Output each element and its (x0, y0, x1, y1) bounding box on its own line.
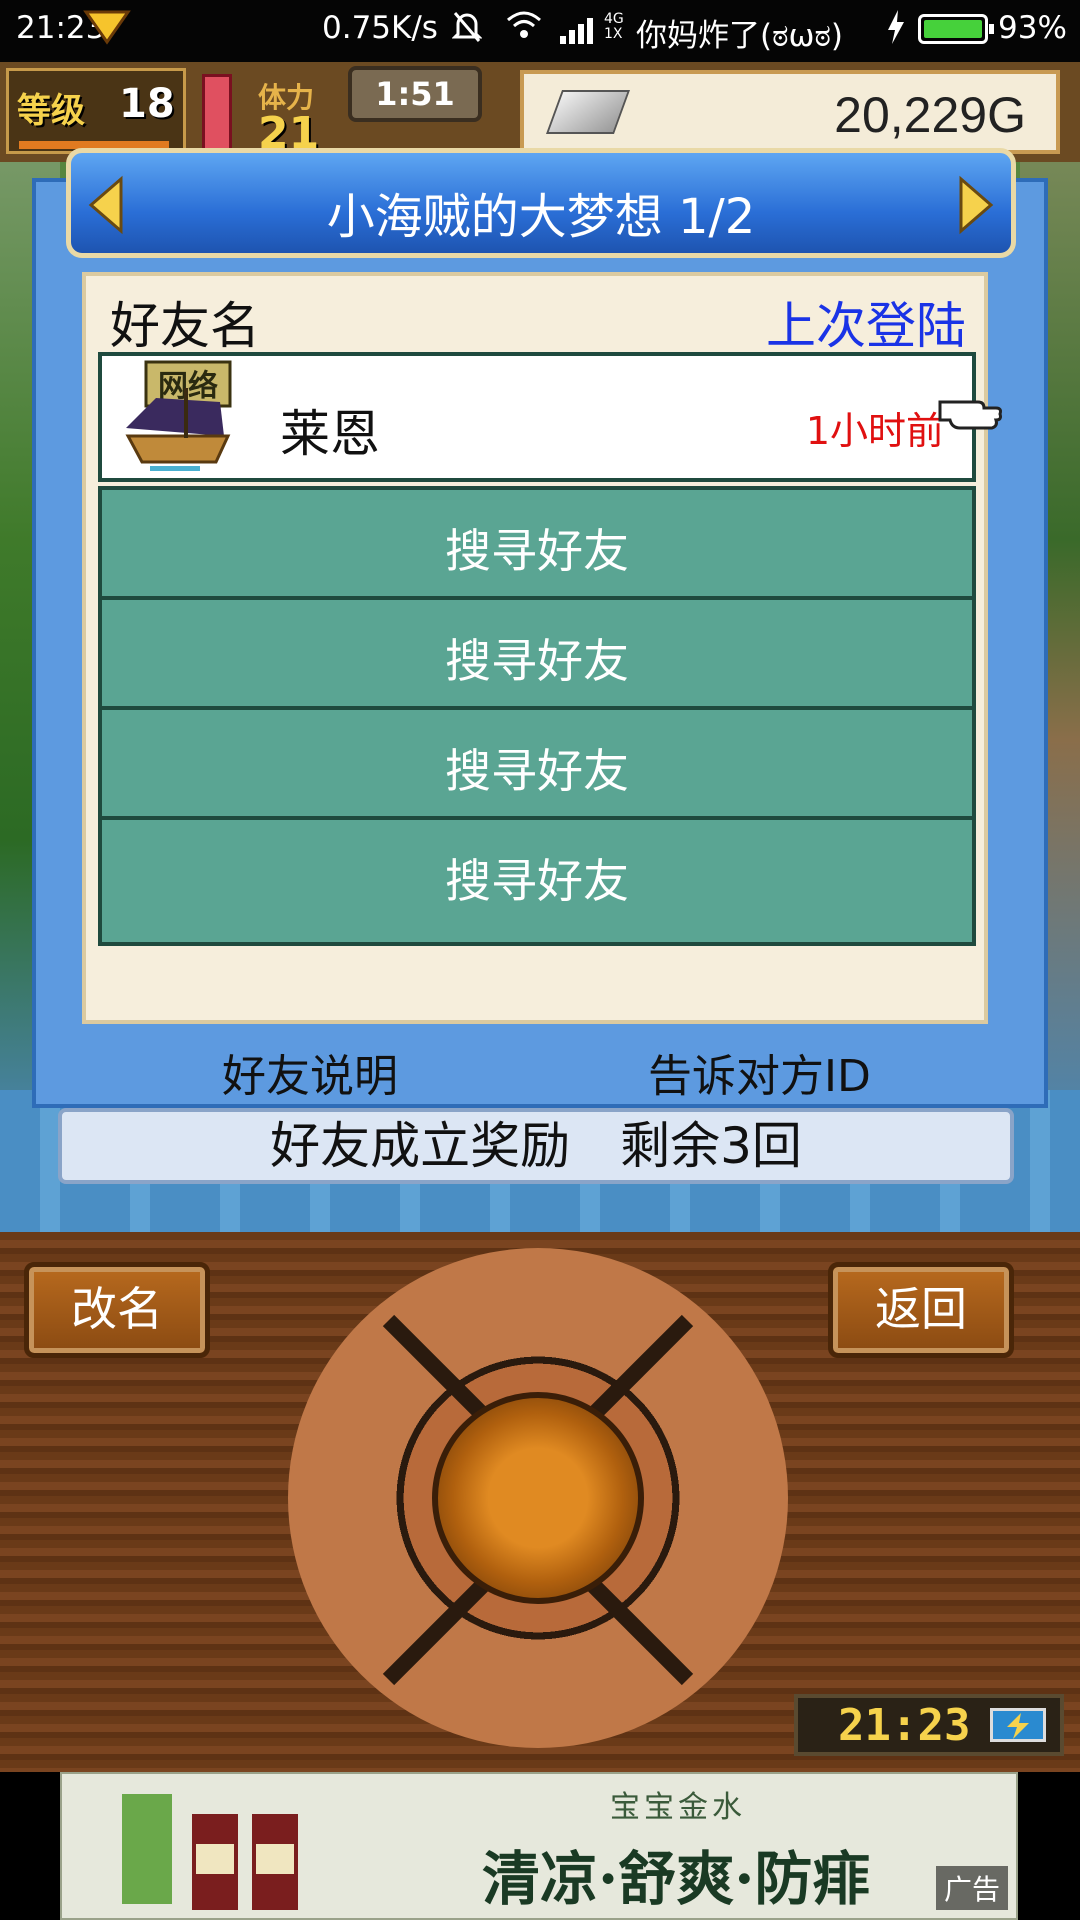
friend-help-button[interactable]: 好友说明 (222, 1040, 398, 1104)
game-clock: 21:23 (794, 1694, 1064, 1756)
signal-icon (560, 16, 600, 44)
level-box: 等级 18 (6, 68, 186, 154)
ad-label: 广告 (935, 1866, 1008, 1910)
level-value: 18 (119, 81, 175, 127)
product-bottles-image (82, 1784, 372, 1914)
hp-gauge (202, 74, 232, 154)
wifi-icon (506, 10, 542, 48)
battery-icon (918, 14, 994, 44)
mute-bell-icon (451, 10, 483, 52)
down-arrow-icon (83, 10, 131, 45)
search-friend-button[interactable]: 搜寻好友 (98, 816, 976, 946)
ad-slogan: 清凉·舒爽·防痱 (482, 1845, 871, 1913)
network-type: 4G 1X (604, 11, 624, 42)
rename-button[interactable]: 改名 (24, 1262, 210, 1358)
battery-percent: 93% (998, 10, 1067, 46)
carrier-name: 你妈炸了(ಠωಠ) (636, 18, 843, 54)
gold-value: 20,229G (834, 87, 1026, 143)
friend-list-panel: 好友名 上次登陆 网络 莱恩 1小时前 搜寻好友 搜寻好友 搜寻好友 搜寻好友 (82, 272, 1002, 1024)
level-label: 等级 (17, 91, 85, 131)
pointing-hand-icon (938, 388, 1004, 434)
next-page-arrow-icon[interactable] (949, 175, 999, 235)
battery-charging-icon (990, 1708, 1046, 1742)
stamina-timer: 1:51 (348, 66, 482, 122)
column-friend-name: 好友名 (110, 297, 260, 355)
charging-icon (886, 10, 906, 52)
pirate-ship-icon: 网络 (116, 358, 234, 478)
gold-display: 20,229G (520, 70, 1060, 154)
tell-id-button[interactable]: 告诉对方ID (648, 1040, 871, 1104)
dpad-center-button[interactable] (432, 1392, 644, 1604)
friend-name: 莱恩 (280, 405, 380, 463)
friend-reward-bar: 好友成立奖励 剩余3回 (58, 1108, 1014, 1184)
friend-row[interactable]: 网络 莱恩 1小时前 (98, 352, 1002, 482)
back-button[interactable]: 返回 (828, 1262, 1014, 1358)
dialog-title: 小海贼的大梦想 1/2 (326, 189, 756, 245)
column-last-login: 上次登陆 (766, 297, 966, 355)
ad-brand: 宝宝金水 (610, 1790, 746, 1825)
status-bar: 21:23 0.75K/s 4G 1X 你妈炸了(ಠωಠ) 93% (0, 0, 1080, 62)
status-net-speed: 0.75K/s (322, 10, 438, 46)
dialog-title-bar: 小海贼的大梦想 1/2 (66, 148, 1016, 258)
friend-last-login: 1小时前 (805, 409, 944, 453)
game-clock-time: 21:23 (838, 1700, 971, 1751)
ad-banner[interactable]: 宝宝金水 清凉·舒爽·防痱 广告 (60, 1772, 1018, 1920)
top-hud: 等级 18 体力 21 1:51 20,229G (0, 62, 1080, 162)
silver-ingot-icon (545, 90, 631, 134)
